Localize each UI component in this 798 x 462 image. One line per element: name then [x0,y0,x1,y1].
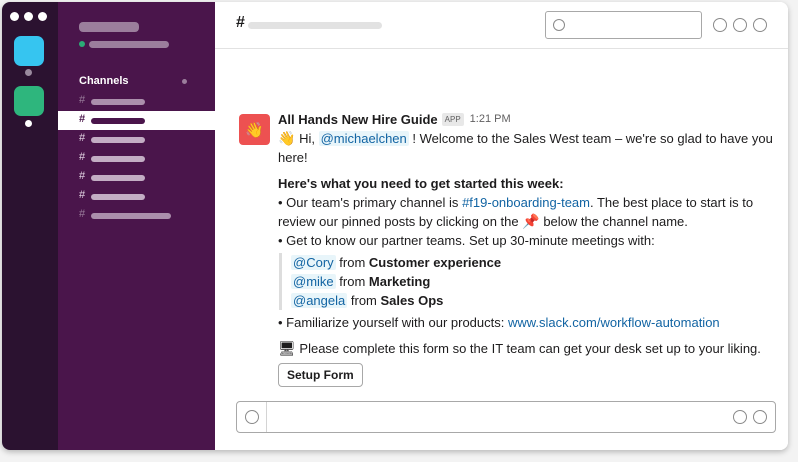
workspace-icon-1[interactable] [14,36,44,66]
contact-mention[interactable]: @angela [291,293,348,308]
contact-row: @mike from Marketing [291,272,778,291]
contact-row: @Cory from Customer experience [291,253,778,272]
bullet-3-pre: • Familiarize yourself with our products… [278,315,505,330]
contact-team: Customer experience [368,255,502,270]
channels-heading[interactable]: Channels [79,75,129,87]
channels-options-icon[interactable] [182,79,187,84]
composer-action-icon-1[interactable] [733,410,747,424]
hash-icon: # [79,113,86,125]
channel-name-placeholder [91,156,145,162]
contact-from: from [339,255,366,270]
message-pane: # 👋 All Hands New Hire Guide APP 1:21 PM… [215,2,788,450]
bullet-2: • Get to know our partner teams. Set up … [278,233,655,248]
workspace-rail [2,2,58,450]
message-meta: All Hands New Hire Guide APP 1:21 PM [278,110,778,129]
team-name-placeholder[interactable] [79,22,139,32]
composer-attach-icon[interactable] [245,410,259,424]
contact-team: Marketing [368,274,431,289]
hash-icon: # [79,170,86,182]
contact-row: @angela from Sales Ops [291,291,778,310]
sidebar-channel-item[interactable]: # [58,206,215,225]
header-action-icon-1[interactable] [713,18,727,32]
contact-team: Sales Ops [380,293,444,308]
close-window-dot[interactable] [10,12,19,21]
channel-name-placeholder [91,137,145,143]
contact-mention[interactable]: @Cory [291,255,336,270]
contact-mention[interactable]: @mike [291,274,336,289]
composer-action-icon-2[interactable] [753,410,767,424]
channel-name-placeholder [91,175,145,181]
message-body: All Hands New Hire Guide APP 1:21 PM 👋 H… [278,110,778,387]
channel-link[interactable]: #f19-onboarding-team [462,195,590,210]
window-controls [10,12,47,21]
channel-name-placeholder [91,213,171,219]
channel-sidebar: Channels # # # # # # # [58,2,215,450]
header-action-icon-3[interactable] [753,18,767,32]
sidebar-channel-item[interactable]: # [58,149,215,168]
bullet-1-post2: below the channel name. [543,214,688,229]
sidebar-channel-item[interactable]: # [58,130,215,149]
search-input[interactable] [545,11,702,39]
greeting-hi: Hi, [299,131,315,146]
bullet-3: • Familiarize yourself with our products… [278,313,778,332]
hash-icon: # [236,14,245,31]
bot-avatar[interactable]: 👋 [239,114,270,145]
waving-hand-icon: 👋 [245,121,264,139]
sidebar-channel-item[interactable]: # [58,187,215,206]
contacts-quote: @Cory from Customer experience @mike fro… [279,253,778,310]
channel-name-placeholder [91,118,145,124]
channel-list: # # # # # # # [58,92,215,225]
channel-name-placeholder [91,194,145,200]
hash-icon: # [79,132,86,144]
sidebar-channel-item-active[interactable]: # [58,111,215,130]
message-composer[interactable] [236,401,776,433]
section-heading-text: Here's what you need to get started this… [278,176,564,191]
channel-name-placeholder [91,99,145,105]
search-icon [553,19,565,31]
form-text: Please complete this form so the IT team… [299,341,761,356]
hash-icon: # [79,189,86,201]
app-window: Channels # # # # # # # # 👋 All Hands New… [2,2,788,450]
contact-from: from [339,274,366,289]
workspace-indicator-2 [25,120,32,127]
product-link[interactable]: www.slack.com/workflow-automation [508,315,720,330]
bullet-1: • Our team's primary channel is #f19-onb… [278,193,778,231]
composer-divider [266,402,267,432]
app-badge: APP [441,113,464,126]
bullet-1-pre: • Our team's primary channel is [278,195,459,210]
section-heading: Here's what you need to get started this… [278,174,778,193]
workspace-icon-2[interactable] [14,86,44,116]
contact-from: from [350,293,377,308]
greeting-line: 👋 Hi, @michaelchen ! Welcome to the Sale… [278,129,778,167]
maximize-window-dot[interactable] [38,12,47,21]
composer-actions [733,410,767,424]
presence-dot [79,41,85,47]
sidebar-channel-item[interactable]: # [58,92,215,111]
sidebar-channel-item[interactable]: # [58,168,215,187]
header-action-icon-2[interactable] [733,18,747,32]
hash-icon: # [79,94,86,106]
hash-icon: # [79,208,86,220]
desktop-computer-icon: 🖥 [278,340,296,356]
channel-header: # [215,2,788,49]
setup-form-button[interactable]: Setup Form [278,363,363,387]
minimize-window-dot[interactable] [24,12,33,21]
header-actions [713,18,767,32]
user-name-placeholder [89,41,169,48]
form-line: 🖥 Please complete this form so the IT te… [278,339,778,358]
user-mention[interactable]: @michaelchen [318,131,409,146]
pushpin-icon: 📌 [522,213,540,229]
channel-title-placeholder[interactable] [248,22,382,29]
workspace-indicator-1 [25,69,32,76]
message-timestamp[interactable]: 1:21 PM [470,110,511,129]
sender-name[interactable]: All Hands New Hire Guide [278,110,438,129]
hash-icon: # [79,151,86,163]
waving-hand-icon: 👋 [278,130,296,146]
